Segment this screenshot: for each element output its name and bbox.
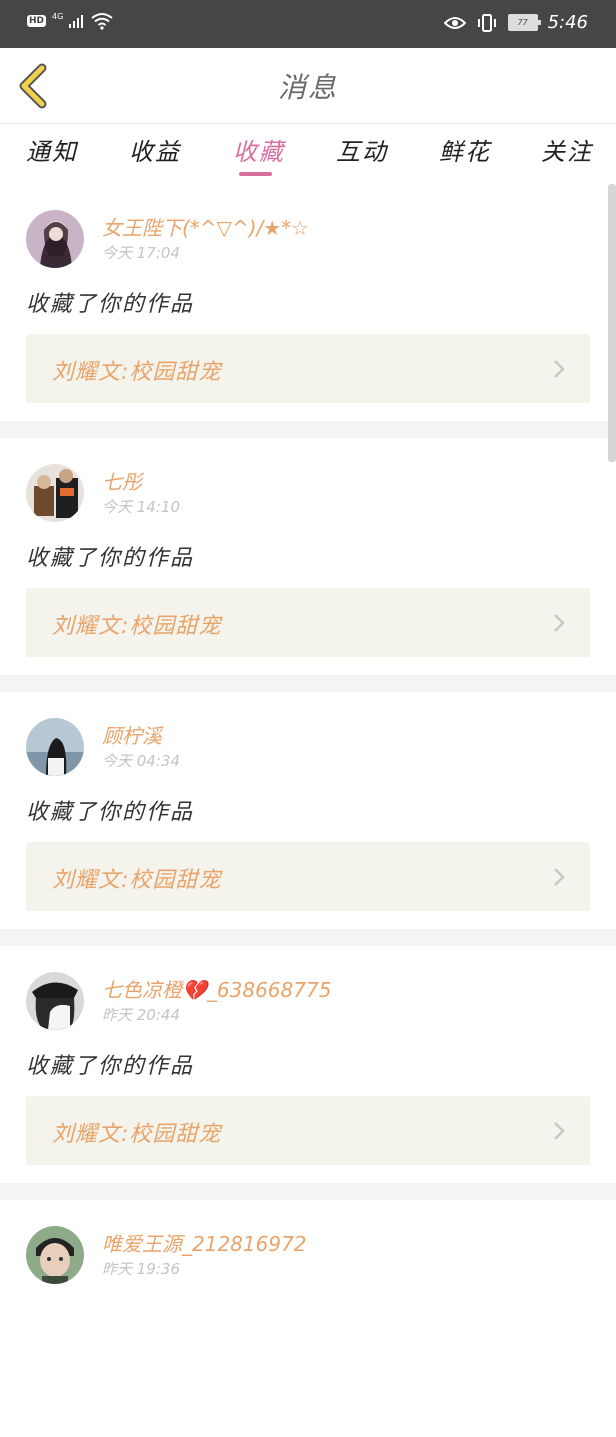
chevron-right-icon <box>554 360 565 378</box>
scrollbar[interactable] <box>608 184 616 462</box>
timestamp: 昨天 19:36 <box>102 1260 180 1278</box>
tab-notifications[interactable]: 通知 <box>26 132 78 167</box>
list-item: 七彤 今天 14:10 收藏了你的作品 刘耀文:校园甜宠 <box>0 438 616 675</box>
chevron-right-icon <box>554 868 565 886</box>
avatar[interactable] <box>26 718 84 776</box>
tab-interactions[interactable]: 互动 <box>336 132 388 167</box>
network-type: 4G <box>52 11 64 21</box>
tab-follows[interactable]: 关注 <box>541 132 593 167</box>
avatar[interactable] <box>26 464 84 522</box>
status-bar: HD 4G 77 5:46 <box>0 0 616 48</box>
tab-flowers[interactable]: 鲜花 <box>439 132 491 167</box>
header: 消息 <box>0 48 616 124</box>
list-item: 女王陛下(*^▽^)/★*☆ 今天 17:04 收藏了你的作品 刘耀文:校园甜宠 <box>0 184 616 421</box>
eye-icon <box>443 16 466 29</box>
signal-icon <box>69 15 84 28</box>
timestamp: 今天 04:34 <box>102 752 180 770</box>
tab-earnings[interactable]: 收益 <box>129 132 181 167</box>
status-left: HD 4G <box>27 12 113 30</box>
user-name[interactable]: 女王陛下(*^▽^)/★*☆ <box>102 212 309 241</box>
work-link[interactable]: 刘耀文:校园甜宠 <box>26 588 590 657</box>
user-name[interactable]: 七色凉橙💔_638668775 <box>102 974 331 1003</box>
action-text: 收藏了你的作品 <box>26 1054 195 1079</box>
battery-icon: 77 <box>507 14 541 31</box>
list-item: 顾柠溪 今天 04:34 收藏了你的作品 刘耀文:校园甜宠 <box>0 692 616 929</box>
work-link[interactable]: 刘耀文:校园甜宠 <box>26 842 590 911</box>
avatar[interactable] <box>26 972 84 1030</box>
work-link[interactable]: 刘耀文:校园甜宠 <box>26 1096 590 1165</box>
tab-bar: 通知 收益 收藏 互动 鲜花 关注 <box>0 124 616 184</box>
status-time: 5:46 <box>547 12 588 33</box>
wifi-icon <box>91 13 113 30</box>
avatar[interactable] <box>26 1226 84 1284</box>
user-name[interactable]: 七彤 <box>102 466 142 495</box>
work-title: 刘耀文:校园甜宠 <box>52 868 222 893</box>
vibrate-icon <box>477 13 496 32</box>
user-name[interactable]: 顾柠溪 <box>102 720 162 749</box>
chevron-right-icon <box>554 614 565 632</box>
avatar[interactable] <box>26 210 84 268</box>
list-item: 七色凉橙💔_638668775 昨天 20:44 收藏了你的作品 刘耀文:校园甜… <box>0 946 616 1183</box>
page-title: 消息 <box>277 71 338 104</box>
chevron-right-icon <box>554 1122 565 1140</box>
hd-indicator: HD <box>27 15 47 27</box>
work-title: 刘耀文:校园甜宠 <box>52 614 222 639</box>
work-title: 刘耀文:校园甜宠 <box>52 360 222 385</box>
tab-favorites[interactable]: 收藏 <box>233 132 285 167</box>
work-link[interactable]: 刘耀文:校园甜宠 <box>26 334 590 403</box>
timestamp: 昨天 20:44 <box>102 1006 180 1024</box>
status-right: 77 5:46 <box>443 12 588 33</box>
timestamp: 今天 17:04 <box>102 244 180 262</box>
user-name[interactable]: 唯爱王源_212816972 <box>102 1228 307 1257</box>
action-text: 收藏了你的作品 <box>26 800 195 825</box>
timestamp: 今天 14:10 <box>102 498 180 516</box>
list-item: 唯爱王源_212816972 昨天 19:36 <box>0 1200 616 1437</box>
active-tab-indicator <box>239 172 272 176</box>
action-text: 收藏了你的作品 <box>26 292 195 317</box>
action-text: 收藏了你的作品 <box>26 546 195 571</box>
work-title: 刘耀文:校园甜宠 <box>52 1122 222 1147</box>
